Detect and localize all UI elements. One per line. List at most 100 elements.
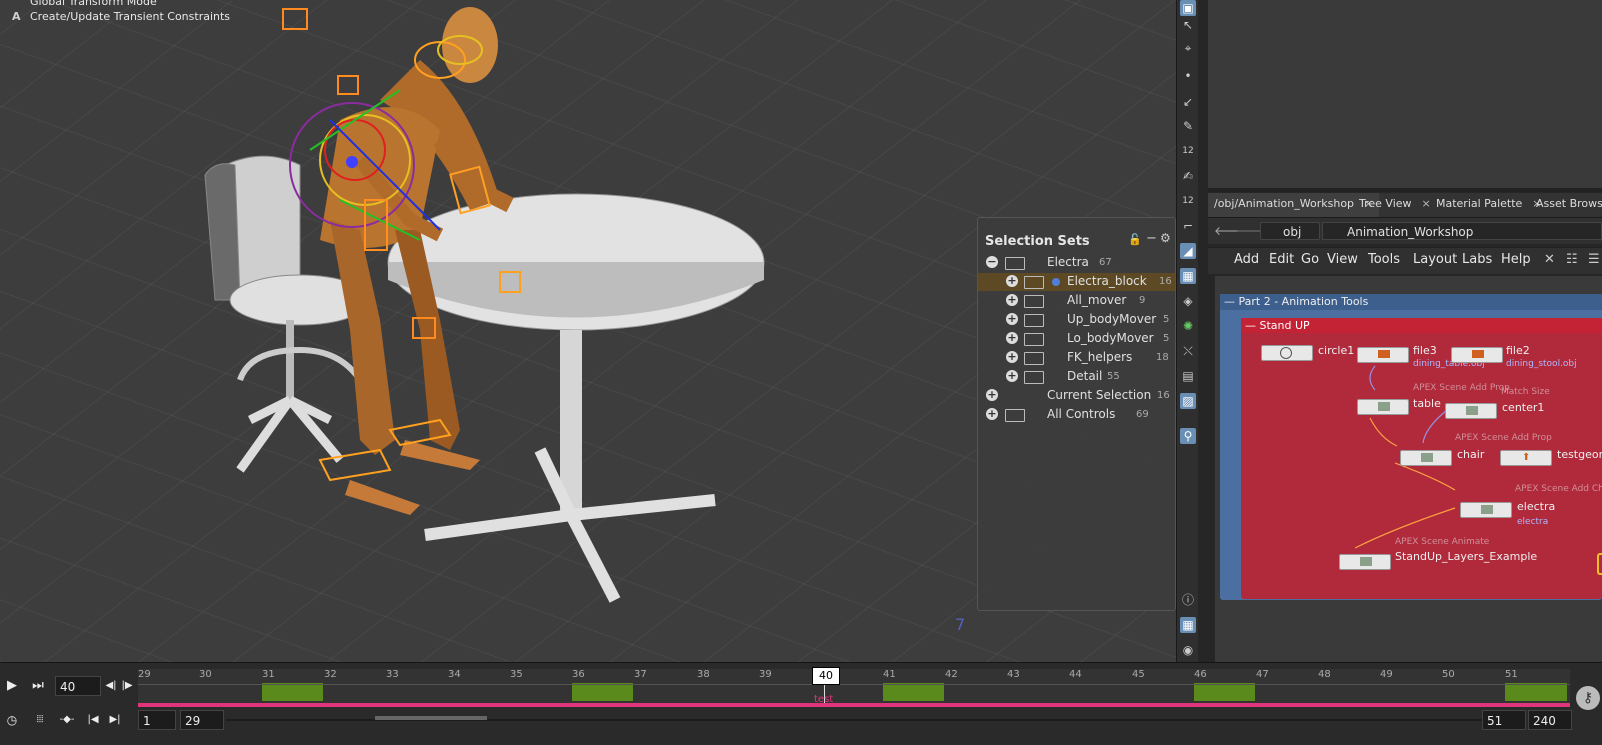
selection-set-row[interactable]: + Lo_bodyMover 5 [978, 330, 1175, 348]
selection-set-row[interactable]: − Electra 67 [978, 254, 1175, 272]
tree-icon[interactable]: ☷ [1566, 252, 1578, 267]
node-testgeom[interactable]: ⬆ [1500, 450, 1552, 466]
display-icon[interactable]: ▤ [1180, 368, 1196, 384]
offscreen-node[interactable] [1597, 553, 1602, 575]
node-file2[interactable] [1451, 347, 1503, 363]
numbered-tool-icon[interactable]: 12 [1180, 143, 1196, 159]
menu-add[interactable]: Add [1234, 252, 1259, 267]
collapse-icon[interactable]: − [1146, 231, 1157, 246]
3d-viewport[interactable]: Global Transform Mode A Create/Update Tr… [0, 0, 1176, 662]
lasso-tool-icon[interactable]: ↖ [1180, 17, 1196, 33]
selection-set-row[interactable]: + Up_bodyMover 5 [978, 311, 1175, 329]
range-end-input[interactable]: 51 [1482, 710, 1526, 730]
range-start-input[interactable]: 29 [180, 710, 224, 730]
collapse-toggle-icon[interactable]: − [986, 256, 998, 268]
expand-toggle-icon[interactable]: + [1006, 294, 1018, 306]
node-label: testgeom [1557, 448, 1602, 461]
global-end-input[interactable]: 240 [1528, 710, 1572, 730]
keyframe-range[interactable] [1505, 683, 1567, 701]
realtime-toggle-icon[interactable]: ◷ [2, 710, 22, 730]
node-circle1[interactable] [1261, 345, 1313, 361]
audio-icon[interactable]: ⦙⦙⦙ [28, 710, 52, 730]
timeline-ruler[interactable]: 29 30 31 32 33 34 35 36 37 38 39 40 41 4… [138, 669, 1570, 703]
pin-icon[interactable]: ⚲ [1180, 428, 1196, 444]
node-chair[interactable] [1400, 450, 1452, 466]
node-file3[interactable] [1357, 347, 1409, 363]
expand-toggle-icon[interactable]: + [1006, 351, 1018, 363]
layers-icon[interactable]: ◈ [1180, 293, 1196, 309]
jump-end-icon[interactable]: ⏭ [26, 676, 50, 696]
eye-icon[interactable]: ◉ [1180, 642, 1196, 658]
step-forward-icon[interactable]: |▶ [120, 676, 134, 696]
apex-icon [1378, 402, 1390, 411]
menu-view[interactable]: View [1327, 252, 1358, 267]
view-mode-icon[interactable]: ◢ [1180, 243, 1196, 259]
jump-end-icon[interactable]: ▶| [106, 710, 124, 730]
expand-toggle-icon[interactable]: + [1006, 275, 1018, 287]
step-back-icon[interactable]: ◀| [104, 676, 118, 696]
layout-icon[interactable]: ▦ [1180, 617, 1196, 633]
selection-set-row-active[interactable]: + Electra_block 16 [978, 273, 1175, 291]
global-start-input[interactable]: 1 [138, 710, 176, 730]
menu-help[interactable]: Help [1501, 252, 1531, 267]
wrench-icon[interactable]: ✕ [1544, 252, 1555, 267]
node-label: file2 [1506, 344, 1530, 357]
pane-divider[interactable] [1208, 188, 1602, 192]
selection-set-row[interactable]: + All Controls 69 [978, 406, 1175, 424]
selection-set-row[interactable]: + Current Selection 16 [978, 387, 1175, 405]
menu-layout[interactable]: Layout [1413, 252, 1457, 267]
keyframe-range[interactable] [262, 683, 323, 701]
selection-set-row[interactable]: + All_mover 9 [978, 292, 1175, 310]
collapse-icon[interactable]: — [1224, 295, 1235, 308]
grid-icon[interactable]: ▦ [1180, 268, 1196, 284]
expand-toggle-icon[interactable]: + [1006, 370, 1018, 382]
node-center1[interactable] [1445, 403, 1497, 419]
angle-icon[interactable]: ⌐ [1180, 218, 1196, 234]
current-frame-marker[interactable]: 40 [812, 667, 840, 685]
node-standup-layers-example[interactable] [1339, 554, 1391, 570]
network-menu-bar: Add Edit Go View Tools Layout Labs Help … [1208, 247, 1602, 274]
info-icon[interactable]: ⓘ [1180, 592, 1196, 608]
play-icon[interactable]: ▶ [2, 676, 22, 696]
key-icon[interactable]: -◆- [56, 710, 78, 730]
network-box-header[interactable]: — Part 2 - Animation Tools [1220, 294, 1602, 310]
breadcrumb-current[interactable]: Animation_Workshop [1322, 222, 1602, 240]
range-slider-handle[interactable] [375, 716, 487, 720]
expand-toggle-icon[interactable]: + [1006, 332, 1018, 344]
group-tool-icon[interactable]: ⌖ [1180, 40, 1196, 56]
keyframe-range[interactable] [572, 683, 633, 701]
pose-icon[interactable]: ⤬ [1180, 343, 1196, 359]
current-frame-input[interactable]: 40 [55, 676, 101, 696]
numbered-tool-icon[interactable]: 12 [1180, 193, 1196, 209]
menu-edit[interactable]: Edit [1269, 252, 1294, 267]
breadcrumb-obj[interactable]: obj [1260, 222, 1320, 240]
jump-start-icon[interactable]: |◀ [84, 710, 102, 730]
node-table[interactable] [1357, 399, 1409, 415]
edge-icon[interactable]: ↙ [1180, 94, 1196, 110]
rig-icon[interactable]: ✺ [1180, 318, 1196, 334]
tab-tree-view[interactable]: Tree View × [1353, 193, 1437, 217]
expand-toggle-icon[interactable]: + [986, 408, 998, 420]
selection-set-row[interactable]: + Detail 55 [978, 368, 1175, 386]
breadcrumb-label: obj [1283, 225, 1302, 239]
keyframe-range[interactable] [883, 683, 944, 701]
expand-toggle-icon[interactable]: + [986, 389, 998, 401]
menu-tools[interactable]: Tools [1368, 252, 1400, 267]
point-icon[interactable]: • [1180, 68, 1196, 84]
paint-icon[interactable]: ✍ [1180, 168, 1196, 184]
keyframe-range[interactable] [1194, 683, 1255, 701]
select-tool-icon[interactable]: ▣ [1180, 0, 1196, 16]
key-icon[interactable]: ⚷ [1576, 686, 1600, 710]
node-electra[interactable] [1460, 502, 1512, 518]
tab-asset-browser[interactable]: Asset Browser [1530, 193, 1602, 217]
menu-go[interactable]: Go [1301, 252, 1319, 267]
playback-range-bar[interactable] [138, 703, 1570, 707]
lock-icon[interactable]: 🔓 [1128, 233, 1142, 246]
menu-labs[interactable]: Labs [1462, 252, 1492, 267]
list-icon[interactable]: ☰ [1588, 252, 1600, 267]
brush-icon[interactable]: ✎ [1180, 118, 1196, 134]
settings-icon[interactable]: ⚙ [1160, 231, 1171, 245]
expand-toggle-icon[interactable]: + [1006, 313, 1018, 325]
image-icon[interactable]: ▨ [1180, 393, 1196, 409]
selection-set-row[interactable]: + FK_helpers 18 [978, 349, 1175, 367]
